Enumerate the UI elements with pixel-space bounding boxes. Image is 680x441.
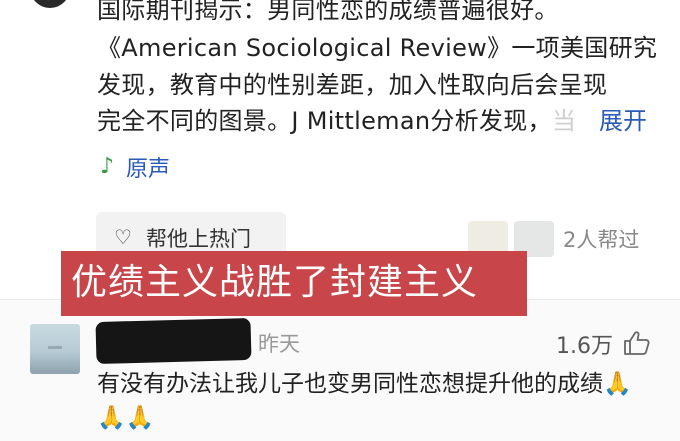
commenter-avatar[interactable] bbox=[30, 324, 80, 374]
top-corner-shape bbox=[30, 0, 70, 8]
help-hot-label: 帮他上热门 bbox=[146, 227, 251, 251]
thumbs-up-icon[interactable] bbox=[623, 330, 651, 356]
post-text-line-3: 发现，教育中的性别差距，加入性取向后会呈现 bbox=[97, 71, 608, 99]
avatar-detail bbox=[48, 346, 62, 349]
heart-hands-icon: ♡ bbox=[114, 225, 132, 249]
original-audio-label: 原声 bbox=[126, 157, 171, 182]
post-truncated-char: 当 bbox=[551, 107, 577, 135]
post-text-line-4: 完全不同的图景。J Mittleman分析发现，当 bbox=[97, 104, 576, 138]
redacted-username-scribble bbox=[120, 336, 215, 358]
original-audio-link[interactable]: ♪ 原声 bbox=[100, 150, 170, 184]
post-text-line-2: 《American Sociological Review》一项美国研究 bbox=[97, 34, 658, 62]
post-text-line-1: 国际期刊揭示：男同性恋的成绩普遍很好。 bbox=[97, 0, 559, 24]
post-text-line-4-main: 完全不同的图景。J Mittleman分析发现， bbox=[97, 107, 552, 135]
music-note-icon: ♪ bbox=[100, 154, 115, 179]
caption-banner-text: 优绩主义战胜了封建主义 bbox=[71, 262, 479, 303]
comment-text: 有没有办法让我儿子也变男同性恋想提升他的成绩🙏🙏🙏 bbox=[97, 367, 657, 435]
caption-banner: 优绩主义战胜了封建主义 bbox=[61, 251, 527, 316]
expand-link[interactable]: 展开 bbox=[599, 104, 647, 138]
comment-body: 有没有办法让我儿子也变男同性恋想提升他的成绩 bbox=[97, 371, 603, 397]
like-count: 1.6万 bbox=[556, 334, 613, 359]
helped-count[interactable]: 2人帮过 bbox=[563, 224, 639, 254]
comment-time: 昨天 bbox=[258, 332, 300, 356]
